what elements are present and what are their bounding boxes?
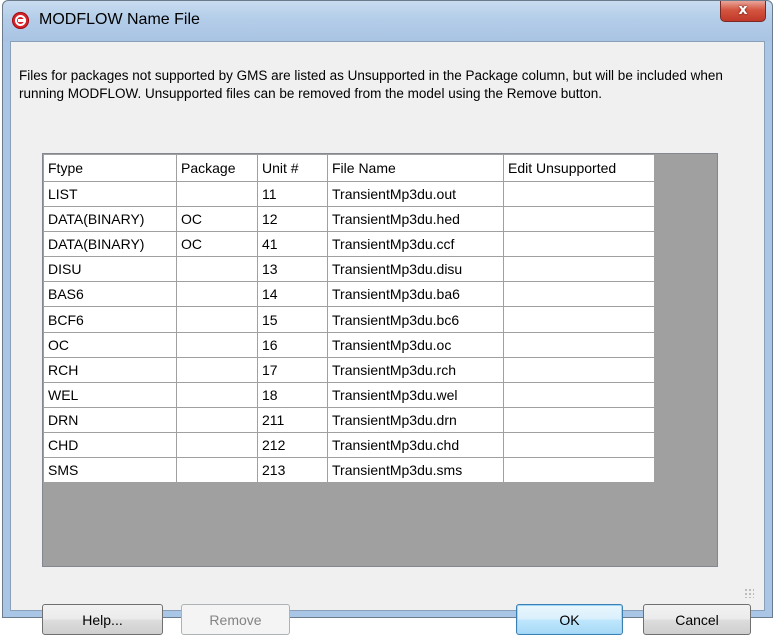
cell-package[interactable] <box>176 431 258 459</box>
cell-edit-unsupported[interactable] <box>503 331 655 358</box>
cell-package[interactable] <box>176 457 258 484</box>
window-title: MODFLOW Name File <box>39 11 200 28</box>
table-row[interactable]: CHD 212 TransientMp3du.chd <box>43 431 655 459</box>
cell-unit[interactable]: 17 <box>257 356 328 383</box>
cell-unit[interactable]: 213 <box>257 457 328 484</box>
close-button[interactable]: x <box>720 1 766 22</box>
cell-ftype[interactable]: CHD <box>43 431 177 459</box>
cell-package[interactable] <box>176 256 258 283</box>
cell-package[interactable] <box>176 281 258 308</box>
cell-ftype[interactable]: OC <box>43 331 177 358</box>
table-row[interactable]: SMS 213 TransientMp3du.sms <box>43 457 655 484</box>
table-row[interactable]: DRN 211 TransientMp3du.drn <box>43 406 655 433</box>
dialog-window: MODFLOW Name File x Files for packages n… <box>2 0 773 635</box>
table-row[interactable]: DATA(BINARY) OC 41 TransientMp3du.ccf <box>43 231 655 258</box>
column-header-edit-unsupported[interactable]: Edit Unsupported <box>503 154 655 182</box>
cell-file-name[interactable]: TransientMp3du.ba6 <box>327 281 504 308</box>
cell-edit-unsupported[interactable] <box>503 356 655 383</box>
close-icon: x <box>738 2 748 18</box>
cell-file-name[interactable]: TransientMp3du.oc <box>327 331 504 358</box>
cell-edit-unsupported[interactable] <box>503 381 655 408</box>
cell-edit-unsupported[interactable] <box>503 306 655 333</box>
table-body: LIST 11 TransientMp3du.out DATA(BINARY) OC 12… <box>43 180 655 484</box>
table-row[interactable]: BAS6 14 TransientMp3du.ba6 <box>43 281 655 308</box>
cell-unit[interactable]: 211 <box>257 406 328 433</box>
table-row[interactable]: DATA(BINARY) OC 12 TransientMp3du.hed <box>43 206 655 233</box>
cell-unit[interactable]: 18 <box>257 381 328 408</box>
cell-package[interactable] <box>176 331 258 358</box>
cell-ftype[interactable]: DRN <box>43 406 177 433</box>
description-text: Files for packages not supported by GMS … <box>19 68 723 101</box>
table-row[interactable]: LIST 11 TransientMp3du.out <box>43 180 655 208</box>
cell-ftype[interactable]: SMS <box>43 457 177 484</box>
cell-edit-unsupported[interactable] <box>503 256 655 283</box>
cell-package[interactable] <box>176 381 258 408</box>
cell-file-name[interactable]: TransientMp3du.chd <box>327 431 504 459</box>
cell-ftype[interactable]: LIST <box>43 180 177 208</box>
cell-package[interactable] <box>176 356 258 383</box>
cell-unit[interactable]: 13 <box>257 256 328 283</box>
cell-edit-unsupported[interactable] <box>503 281 655 308</box>
cell-edit-unsupported[interactable] <box>503 431 655 459</box>
cell-unit[interactable]: 16 <box>257 331 328 358</box>
cell-unit[interactable]: 12 <box>257 206 328 233</box>
cell-package[interactable]: OC <box>176 206 258 233</box>
table-row[interactable]: OC 16 TransientMp3du.oc <box>43 331 655 358</box>
cell-file-name[interactable]: TransientMp3du.hed <box>327 206 504 233</box>
cell-unit[interactable]: 15 <box>257 306 328 333</box>
column-header-unit[interactable]: Unit # <box>257 154 328 182</box>
cell-file-name[interactable]: TransientMp3du.rch <box>327 356 504 383</box>
cell-ftype[interactable]: WEL <box>43 381 177 408</box>
cell-file-name[interactable]: TransientMp3du.drn <box>327 406 504 433</box>
title-bar[interactable]: MODFLOW Name File x <box>3 1 772 41</box>
cell-file-name[interactable]: TransientMp3du.sms <box>327 457 504 484</box>
cell-ftype[interactable]: DISU <box>43 256 177 283</box>
cell-unit[interactable]: 11 <box>257 180 328 208</box>
cell-file-name[interactable]: TransientMp3du.bc6 <box>327 306 504 333</box>
cell-file-name[interactable]: TransientMp3du.ccf <box>327 231 504 258</box>
gms-app-icon <box>12 12 29 29</box>
cell-unit[interactable]: 14 <box>257 281 328 308</box>
cell-unit[interactable]: 41 <box>257 231 328 258</box>
cell-edit-unsupported[interactable] <box>503 180 655 208</box>
cell-ftype[interactable]: BAS6 <box>43 281 177 308</box>
cell-edit-unsupported[interactable] <box>503 406 655 433</box>
cell-ftype[interactable]: RCH <box>43 356 177 383</box>
name-file-table: Ftype Package Unit # File Name Edit Unsuppor… <box>43 154 655 484</box>
cell-edit-unsupported[interactable] <box>503 231 655 258</box>
column-header-ftype[interactable]: Ftype <box>43 154 177 182</box>
cell-package[interactable] <box>176 406 258 433</box>
cell-package[interactable] <box>176 306 258 333</box>
cell-edit-unsupported[interactable] <box>503 206 655 233</box>
table-row[interactable]: WEL 18 TransientMp3du.wel <box>43 381 655 408</box>
cell-file-name[interactable]: TransientMp3du.wel <box>327 381 504 408</box>
resize-grip-icon[interactable] <box>744 588 754 598</box>
cell-package[interactable]: OC <box>176 231 258 258</box>
table-row[interactable]: DISU 13 TransientMp3du.disu <box>43 256 655 283</box>
column-header-file-name[interactable]: File Name <box>327 154 504 182</box>
cell-ftype[interactable]: BCF6 <box>43 306 177 333</box>
table-header-row: Ftype Package Unit # File Name Edit Unsuppor… <box>43 154 655 182</box>
cell-edit-unsupported[interactable] <box>503 457 655 484</box>
name-file-grid: Ftype Package Unit # File Name Edit Unsuppor… <box>42 153 718 567</box>
cell-file-name[interactable]: TransientMp3du.out <box>327 180 504 208</box>
table-row[interactable]: RCH 17 TransientMp3du.rch <box>43 356 655 383</box>
cell-unit[interactable]: 212 <box>257 431 328 459</box>
cell-file-name[interactable]: TransientMp3du.disu <box>327 256 504 283</box>
cell-ftype[interactable]: DATA(BINARY) <box>43 231 177 258</box>
cell-ftype[interactable]: DATA(BINARY) <box>43 206 177 233</box>
cell-package[interactable] <box>176 180 258 208</box>
table-row[interactable]: BCF6 15 TransientMp3du.bc6 <box>43 306 655 333</box>
dialog-body: Files for packages not supported by GMS … <box>10 41 765 635</box>
column-header-package[interactable]: Package <box>176 154 258 182</box>
